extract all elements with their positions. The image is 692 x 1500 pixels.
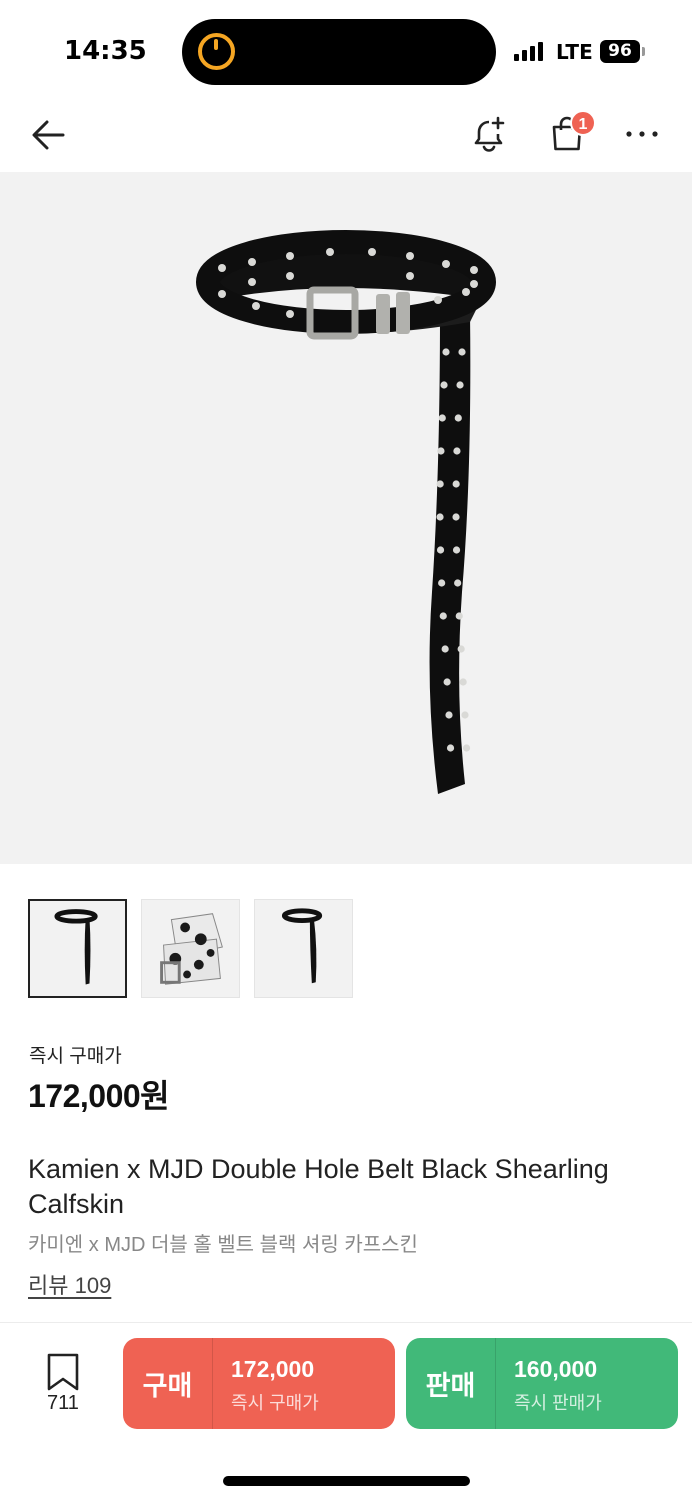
stud (443, 678, 451, 686)
stud (438, 414, 446, 422)
product-name-korean: 카미엔 x MJD 더블 홀 벨트 블랙 셔링 카프스킨 (28, 1234, 418, 1256)
stud (452, 546, 461, 554)
stud (459, 678, 467, 686)
status-time: 14:35 (64, 36, 147, 66)
stud (441, 645, 449, 653)
sell-price-caption: 즉시 판매가 (514, 1393, 602, 1413)
sell-label: 판매 (406, 1338, 496, 1429)
buy-label: 구매 (123, 1338, 213, 1429)
more-options-icon[interactable] (620, 112, 664, 156)
stud (452, 480, 460, 488)
stud (442, 348, 450, 356)
stud (446, 744, 455, 752)
stud (436, 480, 444, 488)
instant-buy-price-label: 즉시 구매가 (29, 1046, 122, 1067)
instant-buy-price: 172,000원 (28, 1078, 170, 1114)
thumbnail-1[interactable] (28, 899, 127, 998)
stud (461, 711, 469, 719)
back-arrow-icon[interactable] (26, 112, 72, 158)
wishlist-count: 711 (47, 1392, 79, 1414)
home-indicator (223, 1476, 470, 1486)
stud (440, 381, 448, 389)
cart-count-badge: 1 (570, 110, 596, 136)
stud (445, 711, 453, 719)
battery-icon: 96 (600, 40, 640, 63)
stud (454, 414, 462, 422)
review-link[interactable]: 리뷰 109 (28, 1268, 111, 1300)
thumbnail-2[interactable] (141, 899, 240, 998)
stud (458, 348, 466, 356)
stud (452, 513, 460, 521)
stud (462, 744, 471, 752)
stud (436, 513, 444, 521)
wishlist-button[interactable]: 711 (40, 1352, 86, 1418)
stud (454, 579, 462, 587)
stud (436, 546, 445, 554)
stud (453, 447, 461, 455)
stud (438, 579, 446, 587)
sell-button[interactable]: 판매 160,000 즉시 판매가 (406, 1338, 678, 1429)
stud (457, 645, 465, 653)
network-type: LTE (556, 40, 593, 64)
buy-price: 172,000 (231, 1356, 315, 1382)
battery-cap (642, 47, 645, 56)
product-name: Kamien x MJD Double Hole Belt Black Shea… (28, 1154, 609, 1219)
thumbnail-3[interactable] (254, 899, 353, 998)
stud (437, 447, 445, 455)
stud (456, 381, 464, 389)
thumbnail-strip (28, 899, 353, 998)
bell-plus-icon[interactable] (466, 112, 510, 156)
status-bar: 14:35 LTE 96 (0, 0, 692, 100)
buy-button[interactable]: 구매 172,000 즉시 구매가 (123, 1338, 395, 1429)
buy-price-caption: 즉시 구매가 (231, 1393, 319, 1413)
dynamic-island (182, 19, 496, 85)
bottom-bar-divider (0, 1322, 692, 1323)
sell-price: 160,000 (514, 1356, 598, 1382)
product-image[interactable] (0, 172, 692, 864)
signal-icon (514, 41, 543, 61)
stud (439, 612, 447, 620)
timer-icon (198, 33, 235, 70)
stud (455, 612, 463, 620)
top-nav: 1 (0, 100, 692, 172)
